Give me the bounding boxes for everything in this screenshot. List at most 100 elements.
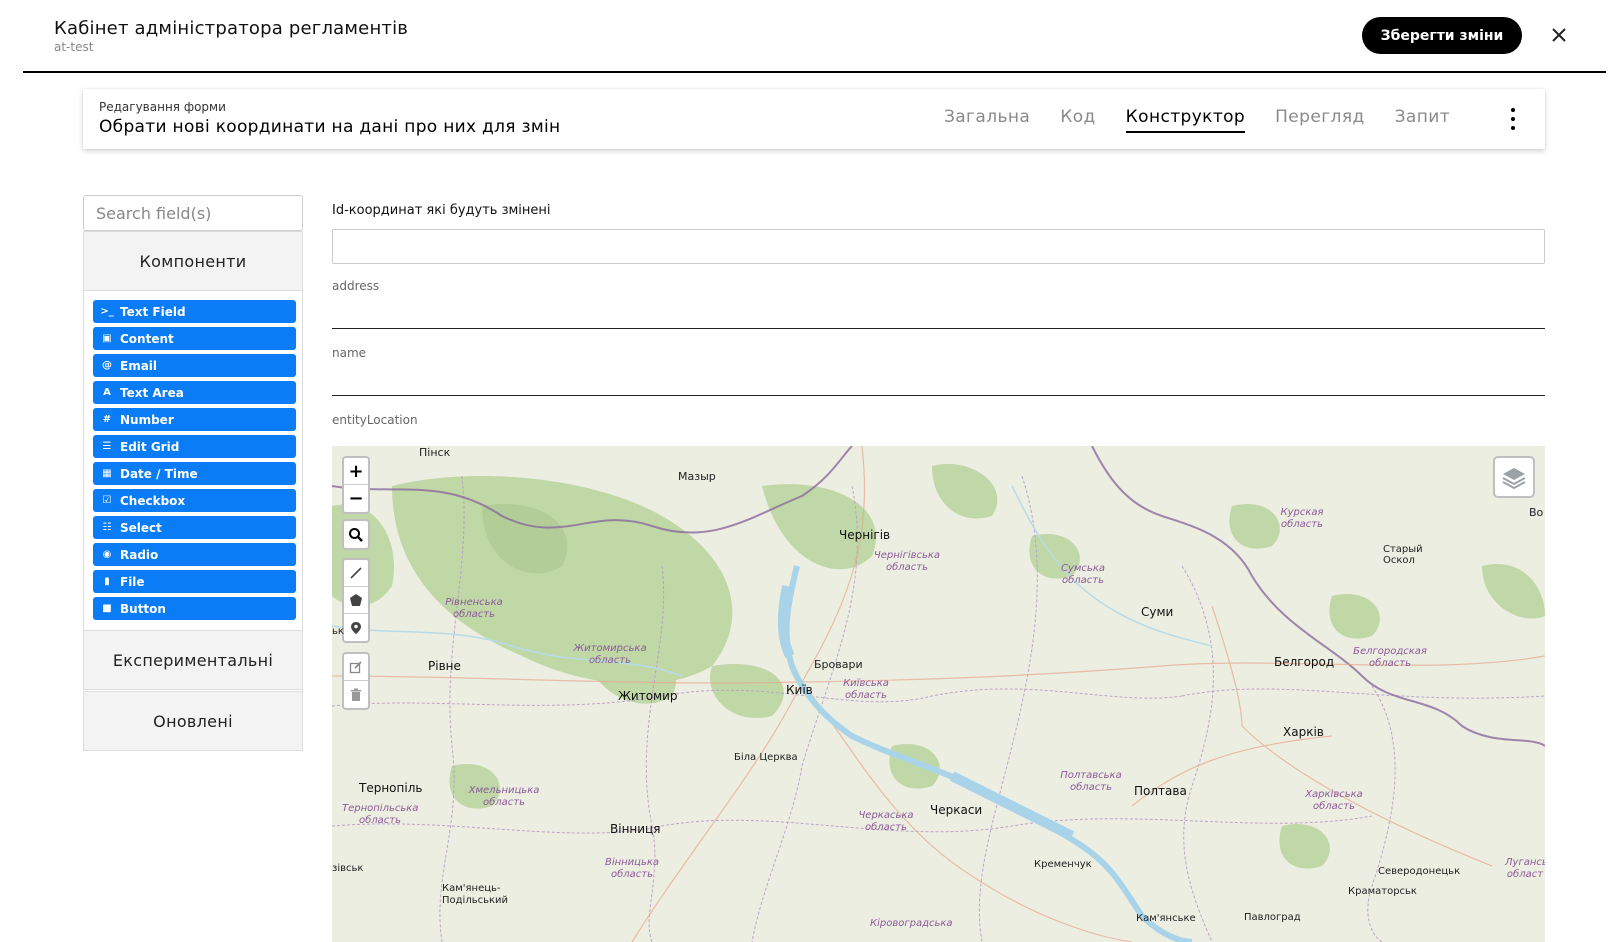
component-content[interactable]: ▣ Content [93, 327, 296, 350]
map-region-label: Кіровоградська [870, 918, 953, 929]
entity-location-label: entityLocation [332, 413, 418, 427]
map-region-label: Полтавська область [1060, 770, 1122, 793]
search-control [342, 519, 370, 550]
component-text-field[interactable]: >_ Text Field [93, 300, 296, 323]
component-radio[interactable]: ◉ Radio [93, 543, 296, 566]
map-city-label: Вінниця [610, 822, 661, 836]
layers-icon[interactable] [1493, 456, 1535, 498]
map-region-label: Белгородская область [1353, 646, 1427, 669]
location-map[interactable]: + − Пінск Мазыр Чернігів Суми Старый Оск… [332, 446, 1545, 942]
search-fields-input[interactable] [83, 195, 303, 231]
zoom-control: + − [342, 456, 370, 514]
draw-polyline-icon[interactable] [344, 560, 368, 587]
terminal-icon: >_ [100, 306, 114, 317]
map-city-label: Тернопіль [359, 781, 423, 795]
map-city-label: Харків [1283, 725, 1324, 739]
component-label: File [120, 574, 145, 589]
draw-polygon-icon[interactable] [344, 587, 368, 614]
component-label: Checkbox [120, 493, 186, 508]
edit-toolbar [342, 652, 370, 710]
form-tabs: Загальна Код Конструктор Перегляд Запит [929, 105, 1465, 135]
map-region-label: Київська область [843, 678, 889, 701]
tab-constructor[interactable]: Конструктор [1125, 105, 1246, 133]
map-region-label: Вінницька область [604, 857, 660, 880]
component-date-time[interactable]: ▦ Date / Time [93, 462, 296, 485]
component-label: Button [120, 601, 166, 616]
th-list-icon: ☷ [102, 522, 112, 533]
group-experimental-header[interactable]: Експериментальні [83, 630, 303, 690]
map-city-label: Краматорськ [1348, 886, 1417, 897]
component-text-area[interactable]: A Text Area [93, 381, 296, 404]
app-title: Кабінет адміністратора регламентів [54, 18, 409, 39]
component-label: Text Field [120, 304, 186, 319]
map-city-label: Во [1529, 506, 1544, 519]
component-select[interactable]: ☷ Select [93, 516, 296, 539]
name-field-label: name [332, 346, 367, 360]
map-search-icon[interactable] [344, 521, 368, 548]
map-city-label: Суми [1141, 605, 1174, 619]
map-region-label: Хмельницька область [468, 785, 540, 808]
map-city-label: Полтава [1134, 784, 1187, 798]
components-list: >_ Text Field ▣ Content @ Email A Text Area … [83, 291, 303, 633]
map-city-label: Северодонецьк [1378, 866, 1461, 877]
more-menu-icon[interactable] [1509, 108, 1517, 130]
map-region-label: Рівненська область [445, 597, 503, 620]
map-city-label: Біла Церква [734, 752, 798, 763]
component-number[interactable]: # Number [93, 408, 296, 431]
map-region-label: Харківська область [1305, 789, 1363, 812]
group-updated-header[interactable]: Оновлені [83, 691, 303, 751]
map-city-label: Белгород [1274, 655, 1335, 669]
component-checkbox[interactable]: ☑ Checkbox [93, 489, 296, 512]
map-region-label: Житомирська область [573, 643, 647, 666]
edit-layers-icon[interactable] [344, 654, 368, 681]
map-region-label: Чернігівська область [873, 550, 941, 573]
component-file[interactable]: ▮ File [93, 570, 296, 593]
delete-layers-icon[interactable] [344, 681, 368, 708]
map-city-label: зівськ [332, 863, 364, 874]
draw-marker-icon[interactable] [344, 614, 368, 641]
map-city-label: Мазыр [678, 470, 716, 483]
html5-icon: ▣ [102, 333, 112, 344]
component-label: Date / Time [120, 466, 198, 481]
address-field-label: address [332, 279, 380, 293]
component-label: Select [120, 520, 162, 535]
tab-code[interactable]: Код [1045, 105, 1110, 133]
stop-icon: ■ [102, 603, 112, 614]
map-city-label: Старый Оскол [1383, 544, 1423, 566]
map-city-label: Кам'янець-Подільський [442, 883, 509, 906]
tab-general[interactable]: Загальна [929, 105, 1045, 133]
group-components-header[interactable]: Компоненти [83, 231, 303, 291]
tab-request[interactable]: Запит [1380, 105, 1465, 133]
component-label: Content [120, 331, 174, 346]
check-square-icon: ☑ [102, 495, 112, 506]
tab-preview[interactable]: Перегляд [1260, 105, 1379, 133]
component-label: Text Area [120, 385, 184, 400]
component-button[interactable]: ■ Button [93, 597, 296, 620]
map-city-label: Павлоград [1244, 912, 1301, 923]
at-icon: @ [102, 360, 112, 371]
top-header: Кабінет адміністратора регламентів at-te… [0, 0, 1618, 72]
map-city-label: Кременчук [1034, 859, 1092, 870]
map-region-label: Тернопільська область [342, 803, 419, 826]
id-field-label: Id-координат які будуть змінені [332, 203, 551, 218]
component-label: Number [120, 412, 174, 427]
component-label: Edit Grid [120, 439, 180, 454]
map-city-label: Рівне [428, 659, 461, 673]
zoom-in-button[interactable]: + [344, 458, 368, 485]
save-changes-button[interactable]: Зберегти зміни [1362, 17, 1522, 54]
calendar-icon: ▦ [102, 468, 112, 479]
name-field-input[interactable] [332, 364, 1545, 396]
map-city-label: Київ [786, 683, 813, 697]
close-icon[interactable] [1548, 24, 1570, 46]
id-field-input[interactable] [332, 229, 1545, 264]
address-field-input[interactable] [332, 297, 1545, 329]
component-edit-grid[interactable]: ☰ Edit Grid [93, 435, 296, 458]
zoom-out-button[interactable]: − [344, 485, 368, 512]
map-city-label: Черкаси [930, 803, 983, 817]
dot-circle-icon: ◉ [102, 549, 112, 560]
component-email[interactable]: @ Email [93, 354, 296, 377]
map-city-label: Чернігів [839, 528, 891, 542]
form-header-card: Редагування форми Обрати нові координати… [83, 89, 1545, 149]
map-region-label: Сумська область [1060, 563, 1105, 586]
app-subtitle: at-test [54, 40, 94, 54]
